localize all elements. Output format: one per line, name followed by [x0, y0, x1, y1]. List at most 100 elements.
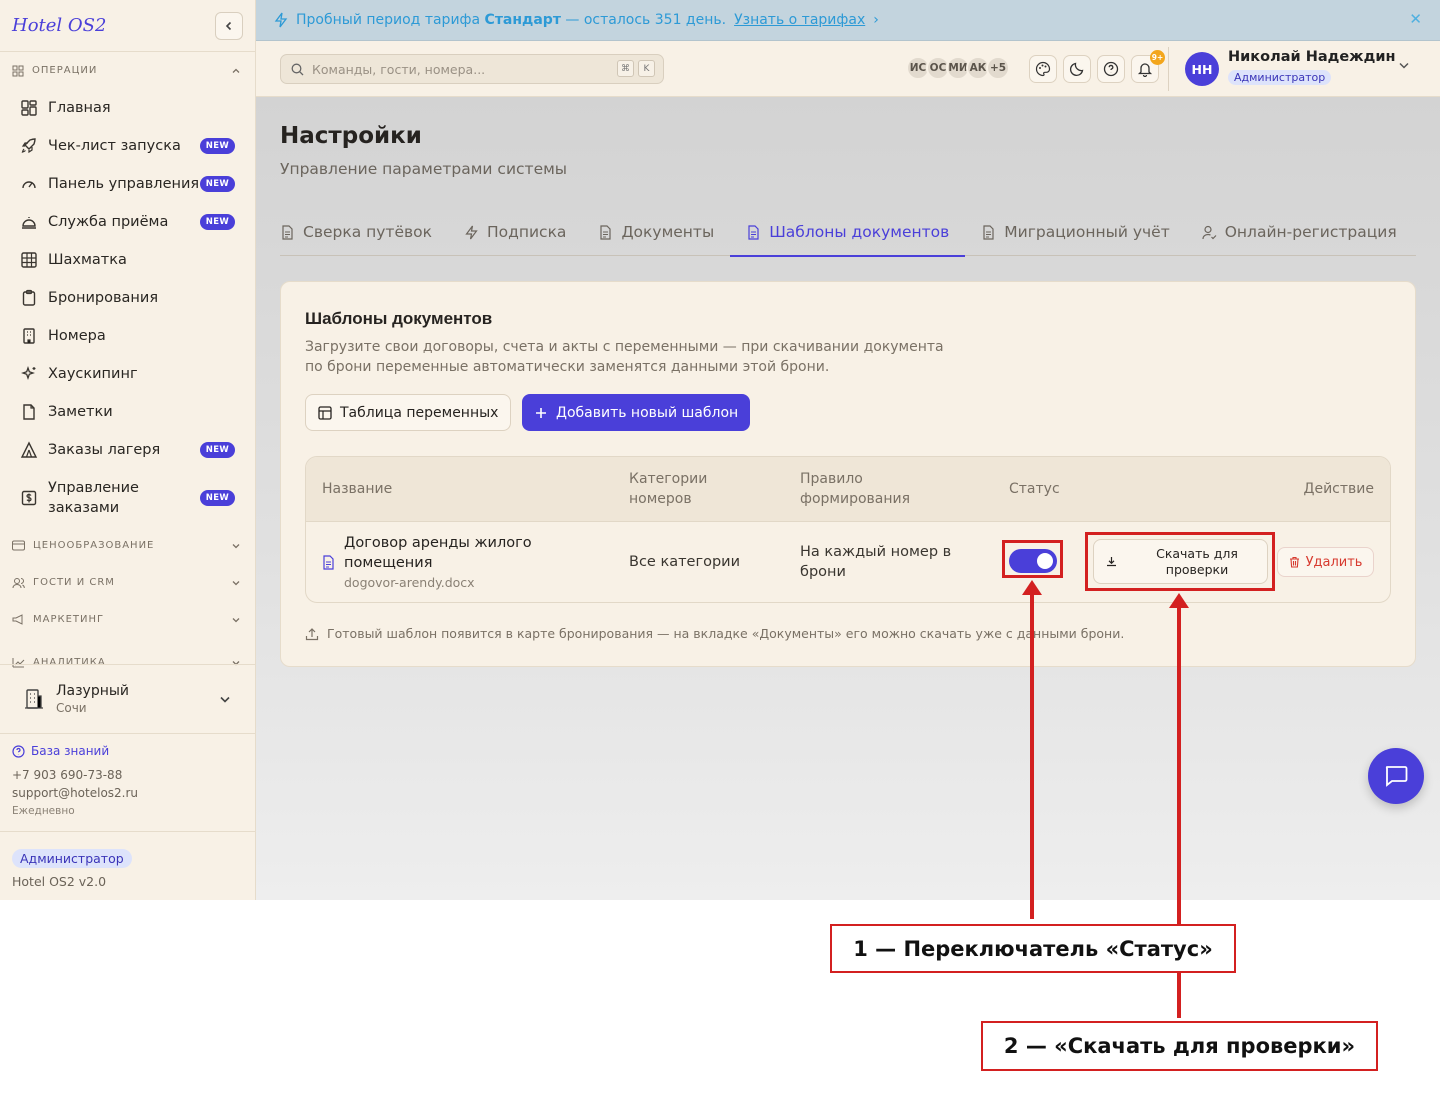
callout-download-button: 2 — «Скачать для проверки»: [981, 1021, 1378, 1071]
main-content: Настройки Управление параметрами системы…: [256, 97, 1440, 900]
clipboard-icon: [22, 289, 36, 306]
new-badge: NEW: [199, 490, 235, 506]
tab-migration[interactable]: Миграционный учёт: [965, 209, 1185, 255]
building-icon: [23, 328, 35, 344]
sidebar-item-launch-checklist[interactable]: Чек-лист запуска NEW: [0, 127, 255, 165]
new-badge: NEW: [199, 138, 235, 154]
close-banner-button[interactable]: ✕: [1409, 10, 1422, 28]
delete-template-button[interactable]: Удалить: [1277, 547, 1374, 577]
help-button[interactable]: [1097, 55, 1125, 83]
kbd-k: K: [638, 60, 655, 77]
user-name[interactable]: Николай Надеждин: [1228, 49, 1396, 65]
arrow-head-icon: [1022, 580, 1042, 595]
template-filename: dogovor-arendy.docx: [344, 575, 475, 590]
add-template-button[interactable]: Добавить новый шаблон: [522, 394, 751, 431]
collapse-sidebar-button[interactable]: [215, 11, 243, 40]
page-title: Настройки: [280, 123, 422, 149]
moon-icon: [1069, 62, 1084, 77]
plus-icon: [536, 407, 546, 418]
chevron-down-icon: [232, 543, 240, 548]
nav-group-label: ОПЕРАЦИИ: [32, 65, 98, 76]
sidebar-item-notes[interactable]: Заметки: [0, 393, 255, 431]
gauge-icon: [22, 181, 36, 189]
chevron-down-icon[interactable]: [1398, 59, 1410, 71]
sidebar-item-label: Заметки: [48, 404, 113, 420]
new-badge: NEW: [199, 442, 235, 458]
template-name-line1: Договор аренды жилого: [344, 535, 532, 551]
card-title: Шаблоны документов: [305, 309, 493, 328]
template-name-line2: помещения: [344, 555, 433, 571]
sidebar-header: Hotel OS2: [0, 0, 255, 52]
sidebar: Hotel OS2 ОПЕРАЦИИ Главная Чек-лист запу…: [0, 0, 256, 900]
bell-icon: [1137, 63, 1153, 77]
theme-palette-button[interactable]: [1029, 55, 1057, 83]
chat-button[interactable]: [1368, 748, 1424, 804]
tab-subscription[interactable]: Подписка: [448, 209, 582, 255]
dark-mode-button[interactable]: [1063, 55, 1091, 83]
pricing-link[interactable]: Узнать о тарифах: [734, 12, 865, 28]
users-icon: [12, 577, 25, 588]
new-badge: NEW: [199, 214, 235, 230]
col-categories: Категории номеров: [629, 469, 707, 509]
rocket-icon: [21, 138, 36, 154]
nav-group-marketing[interactable]: МАРКЕТИНГ: [0, 601, 255, 638]
tab-label: Онлайн-регистрация: [1224, 223, 1397, 241]
knowledge-base-link[interactable]: База знаний: [12, 742, 244, 760]
sidebar-item-rooms[interactable]: Номера: [0, 317, 255, 355]
sidebar-item-camp-orders[interactable]: Заказы лагеря NEW: [0, 431, 255, 469]
tab-online-registration[interactable]: Онлайн-регистрация: [1186, 209, 1413, 255]
nav-group-operations[interactable]: ОПЕРАЦИИ: [0, 52, 255, 89]
card-icon: [12, 540, 25, 551]
app-logo[interactable]: Hotel OS2: [12, 15, 106, 36]
user-avatar[interactable]: НН: [1185, 52, 1219, 86]
sidebar-item-bookings[interactable]: Бронирования: [0, 279, 255, 317]
search-input[interactable]: Команды, гости, номера... ⌘ K: [280, 54, 664, 84]
support-email[interactable]: support@hotelos2.ru: [12, 784, 244, 802]
col-rule-line2: формирования: [800, 491, 911, 507]
callout-status-toggle: 1 — Переключатель «Статус»: [830, 924, 1236, 973]
sidebar-item-housekeeping[interactable]: Хаускипинг: [0, 355, 255, 393]
variables-table-button[interactable]: Таблица переменных: [305, 394, 512, 431]
tab-label: Подписка: [486, 223, 567, 241]
search-placeholder: Команды, гости, номера...: [312, 61, 486, 77]
document-icon: [282, 224, 293, 240]
notifications-button[interactable]: 9+: [1131, 50, 1165, 83]
grid-icon: [21, 252, 37, 268]
tab-voucher-reconciliation[interactable]: Сверка путёвок: [280, 209, 448, 255]
lightning-icon: [274, 12, 288, 28]
sidebar-item-chessboard[interactable]: Шахматка: [0, 241, 255, 279]
knowledge-base-label: База знаний: [31, 744, 110, 758]
nav-group-guests[interactable]: ГОСТИ И CRM: [0, 564, 255, 601]
role-badge: Администратор: [12, 849, 132, 868]
notification-count: 9+: [1150, 50, 1165, 65]
hotel-info: Лазурный Сочи: [56, 683, 129, 715]
chevron-up-icon: [232, 68, 240, 73]
nav-list: Главная Чек-лист запуска NEW Панель упра…: [0, 89, 255, 527]
sidebar-item-label: Панель управления: [48, 176, 200, 192]
upload-icon: [305, 627, 319, 640]
support-phone[interactable]: +7 903 690-73-88: [12, 766, 244, 784]
card-description: Загрузите свои договоры, счета и акты с …: [305, 339, 944, 375]
chevron-left-icon: [225, 21, 232, 30]
sidebar-item-control-panel[interactable]: Панель управления NEW: [0, 165, 255, 203]
col-categories-line2: номеров: [629, 491, 692, 507]
highlight-download-button: [1085, 532, 1275, 591]
nav-group-pricing[interactable]: ЦЕНООБРАЗОВАНИЕ: [0, 527, 255, 564]
top-header: Команды, гости, номера... ⌘ K ИС ОС МИ А…: [256, 41, 1440, 97]
hotel-switcher[interactable]: Лазурный Сочи: [0, 664, 255, 734]
sidebar-item-front-desk[interactable]: Служба приёма NEW: [0, 203, 255, 241]
nav-group-label: МАРКЕТИНГ: [33, 614, 105, 625]
tab-documents[interactable]: Документы: [582, 209, 730, 255]
footnote: Готовый шаблон появится в карте брониров…: [305, 626, 1124, 641]
sidebar-footer: Администратор Hotel OS2 v2.0: [0, 831, 255, 900]
sidebar-item-label: Служба приёма: [48, 214, 169, 230]
hotel-name: Лазурный: [56, 683, 130, 699]
document-icon: [323, 555, 334, 570]
template-rule: На каждый номер в брони: [800, 542, 951, 582]
online-users[interactable]: ИС ОС МИ АК +5: [906, 56, 1010, 80]
sidebar-item-home[interactable]: Главная: [0, 89, 255, 127]
kbd-cmd: ⌘: [617, 60, 634, 77]
sidebar-item-order-management[interactable]: Управление заказами NEW: [0, 469, 255, 527]
tab-document-templates[interactable]: Шаблоны документов: [730, 209, 966, 257]
template-rule-line1: На каждый номер в: [800, 544, 952, 560]
